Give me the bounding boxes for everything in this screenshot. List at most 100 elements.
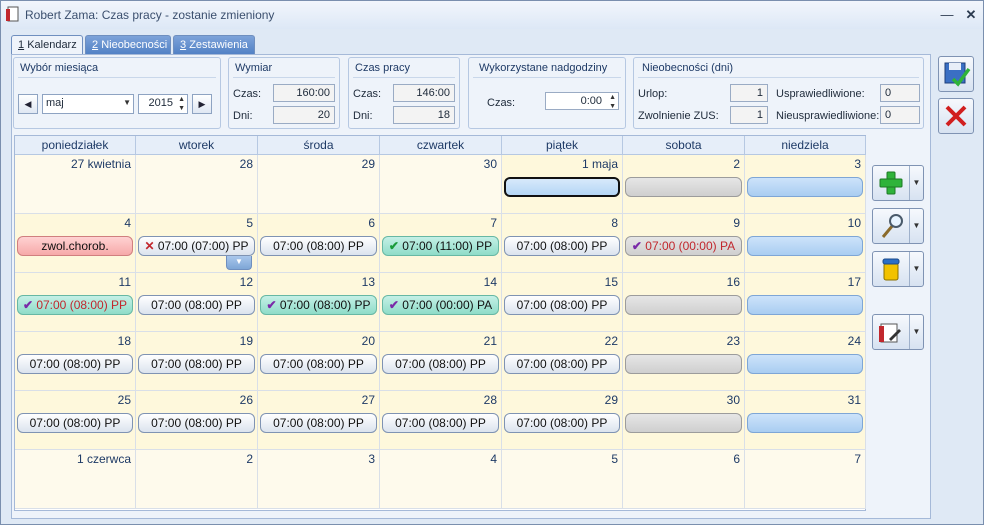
- calendar-day-cell[interactable]: 21 07:00 (08:00) PP: [380, 332, 502, 391]
- calendar-day-cell[interactable]: 28 07:00 (08:00) PP: [380, 391, 502, 450]
- calendar-day-cell[interactable]: 29: [258, 155, 380, 214]
- calendar-day-cell[interactable]: 29 07:00 (08:00) PP: [502, 391, 623, 450]
- tab-kalendarz[interactable]: 1 Kalendarz: [11, 35, 83, 56]
- calendar-day-cell[interactable]: 9 ✔ 07:00 (00:00) PA: [623, 214, 745, 273]
- minimize-button[interactable]: —: [938, 6, 956, 24]
- next-month-button[interactable]: ▶: [192, 94, 212, 114]
- wymiar-czas-field: 160:00: [273, 84, 335, 102]
- day-entry[interactable]: ✔ 07:00 (08:00) PP: [260, 295, 377, 315]
- day-entry[interactable]: [504, 177, 620, 197]
- spin-arrows-icon[interactable]: ▲ ▼: [609, 93, 616, 111]
- day-entry[interactable]: 07:00 (08:00) PP: [17, 413, 133, 433]
- calendar-day-cell[interactable]: 26 07:00 (08:00) PP: [136, 391, 258, 450]
- calendar-day-cell[interactable]: 27 kwietnia: [15, 155, 136, 214]
- nieusprawiedliwione-field: 0: [880, 106, 920, 124]
- chevron-down-icon[interactable]: ▼: [909, 166, 923, 200]
- day-entry[interactable]: 07:00 (08:00) PP: [260, 236, 377, 256]
- calendar-day-cell[interactable]: 16: [623, 273, 745, 332]
- day-entry[interactable]: 07:00 (08:00) PP: [138, 295, 255, 315]
- calendar-day-cell[interactable]: 17: [745, 273, 866, 332]
- view-button[interactable]: ▼: [872, 208, 924, 244]
- add-button[interactable]: ▼: [872, 165, 924, 201]
- calendar-day-cell[interactable]: 13 ✔ 07:00 (08:00) PP: [258, 273, 380, 332]
- calendar-day-cell[interactable]: 6: [623, 450, 745, 509]
- day-entry[interactable]: 07:00 (08:00) PP: [260, 354, 377, 374]
- calendar-day-cell[interactable]: 7 ✔ 07:00 (11:00) PP: [380, 214, 502, 273]
- day-entry[interactable]: ✔ 07:00 (11:00) PP: [382, 236, 499, 256]
- prev-month-button[interactable]: ◀: [18, 94, 38, 114]
- close-window-button[interactable]: ✕: [962, 6, 980, 24]
- calendar-day-cell[interactable]: 2: [623, 155, 745, 214]
- tab-zestawienia[interactable]: 3 Zestawienia: [173, 35, 255, 55]
- cancel-button[interactable]: [938, 98, 974, 134]
- calendar-day-cell[interactable]: 15 07:00 (08:00) PP: [502, 273, 623, 332]
- day-entry[interactable]: 07:00 (08:00) PP: [382, 413, 499, 433]
- day-entry[interactable]: [747, 413, 863, 433]
- day-entry[interactable]: [747, 295, 863, 315]
- calendar-day-cell[interactable]: 5 ✕ 07:00 (07:00) PP ▼: [136, 214, 258, 273]
- calendar-day-cell[interactable]: 4 zwol.chorob.: [15, 214, 136, 273]
- calendar-day-cell[interactable]: 1 czerwca: [15, 450, 136, 509]
- spin-arrows-icon[interactable]: ▲ ▼: [178, 95, 185, 113]
- save-button[interactable]: [938, 56, 974, 92]
- day-entry[interactable]: [747, 177, 863, 197]
- month-dropdown[interactable]: maj ▼: [42, 94, 134, 114]
- day-entry[interactable]: [747, 236, 863, 256]
- calendar-day-cell[interactable]: 14 ✔ 07:00 (00:00) PA: [380, 273, 502, 332]
- calendar-day-cell[interactable]: 19 07:00 (08:00) PP: [136, 332, 258, 391]
- day-entry[interactable]: 07:00 (08:00) PP: [17, 354, 133, 374]
- year-spinner[interactable]: 2015 ▲ ▼: [138, 94, 188, 114]
- calendar-day-cell[interactable]: 25 07:00 (08:00) PP: [15, 391, 136, 450]
- day-entry[interactable]: 07:00 (08:00) PP: [382, 354, 499, 374]
- calendar-day-cell[interactable]: 8 07:00 (08:00) PP: [502, 214, 623, 273]
- day-entry[interactable]: 07:00 (08:00) PP: [504, 295, 620, 315]
- nadgodziny-czas-field[interactable]: 0:00 ▲ ▼: [545, 92, 619, 110]
- calendar-day-cell[interactable]: 11 ✔ 07:00 (08:00) PP: [15, 273, 136, 332]
- calendar-day-cell[interactable]: 20 07:00 (08:00) PP: [258, 332, 380, 391]
- calendar-day-cell[interactable]: 10: [745, 214, 866, 273]
- delete-button[interactable]: ▼: [872, 251, 924, 287]
- calendar-day-cell[interactable]: 12 07:00 (08:00) PP: [136, 273, 258, 332]
- day-entry[interactable]: 07:00 (08:00) PP: [138, 354, 255, 374]
- calendar-day-cell[interactable]: 22 07:00 (08:00) PP: [502, 332, 623, 391]
- calendar-day-cell[interactable]: 28: [136, 155, 258, 214]
- calendar-day-cell[interactable]: 3: [258, 450, 380, 509]
- dni-label: Dni:: [353, 110, 373, 122]
- calendar-day-cell[interactable]: 24: [745, 332, 866, 391]
- day-entry[interactable]: [625, 413, 742, 433]
- calendar-day-cell[interactable]: 30: [380, 155, 502, 214]
- day-entry[interactable]: [747, 354, 863, 374]
- day-entry[interactable]: [625, 177, 742, 197]
- chevron-down-icon[interactable]: ▼: [909, 209, 923, 243]
- calendar-day-cell[interactable]: 6 07:00 (08:00) PP: [258, 214, 380, 273]
- calendar-day-cell[interactable]: 18 07:00 (08:00) PP: [15, 332, 136, 391]
- chevron-down-icon[interactable]: ▼: [226, 256, 252, 270]
- day-entry[interactable]: ✔ 07:00 (08:00) PP: [17, 295, 133, 315]
- calendar-day-cell[interactable]: 31: [745, 391, 866, 450]
- day-entry[interactable]: 07:00 (08:00) PP: [504, 236, 620, 256]
- calendar-day-cell[interactable]: 1 maja: [502, 155, 623, 214]
- calendar-day-cell[interactable]: 30: [623, 391, 745, 450]
- calendar-day-cell[interactable]: 4: [380, 450, 502, 509]
- day-entry[interactable]: zwol.chorob.: [17, 236, 133, 256]
- day-entry[interactable]: 07:00 (08:00) PP: [138, 413, 255, 433]
- calendar-day-cell[interactable]: 2: [136, 450, 258, 509]
- day-entry[interactable]: 07:00 (08:00) PP: [260, 413, 377, 433]
- chevron-down-icon[interactable]: ▼: [909, 252, 923, 286]
- calendar-day-cell[interactable]: 27 07:00 (08:00) PP: [258, 391, 380, 450]
- calendar-day-cell[interactable]: 23: [623, 332, 745, 391]
- day-entry[interactable]: ✔ 07:00 (00:00) PA: [382, 295, 499, 315]
- day-entry[interactable]: ✕ 07:00 (07:00) PP: [138, 236, 255, 256]
- print-button[interactable]: ▼: [872, 314, 924, 350]
- calendar-day-cell[interactable]: 3: [745, 155, 866, 214]
- day-entry[interactable]: [625, 354, 742, 374]
- day-entry[interactable]: ✔ 07:00 (00:00) PA: [625, 236, 742, 256]
- chevron-down-icon[interactable]: ▼: [909, 315, 923, 349]
- tab-nieobecnosci[interactable]: 2 Nieobecności: [85, 35, 171, 55]
- calendar-day-cell[interactable]: 5: [502, 450, 623, 509]
- calendar-day-cell[interactable]: 7: [745, 450, 866, 509]
- day-entry[interactable]: 07:00 (08:00) PP: [504, 354, 620, 374]
- day-entry[interactable]: 07:00 (08:00) PP: [504, 413, 620, 433]
- day-entry[interactable]: [625, 295, 742, 315]
- tab-key: 3: [180, 39, 187, 51]
